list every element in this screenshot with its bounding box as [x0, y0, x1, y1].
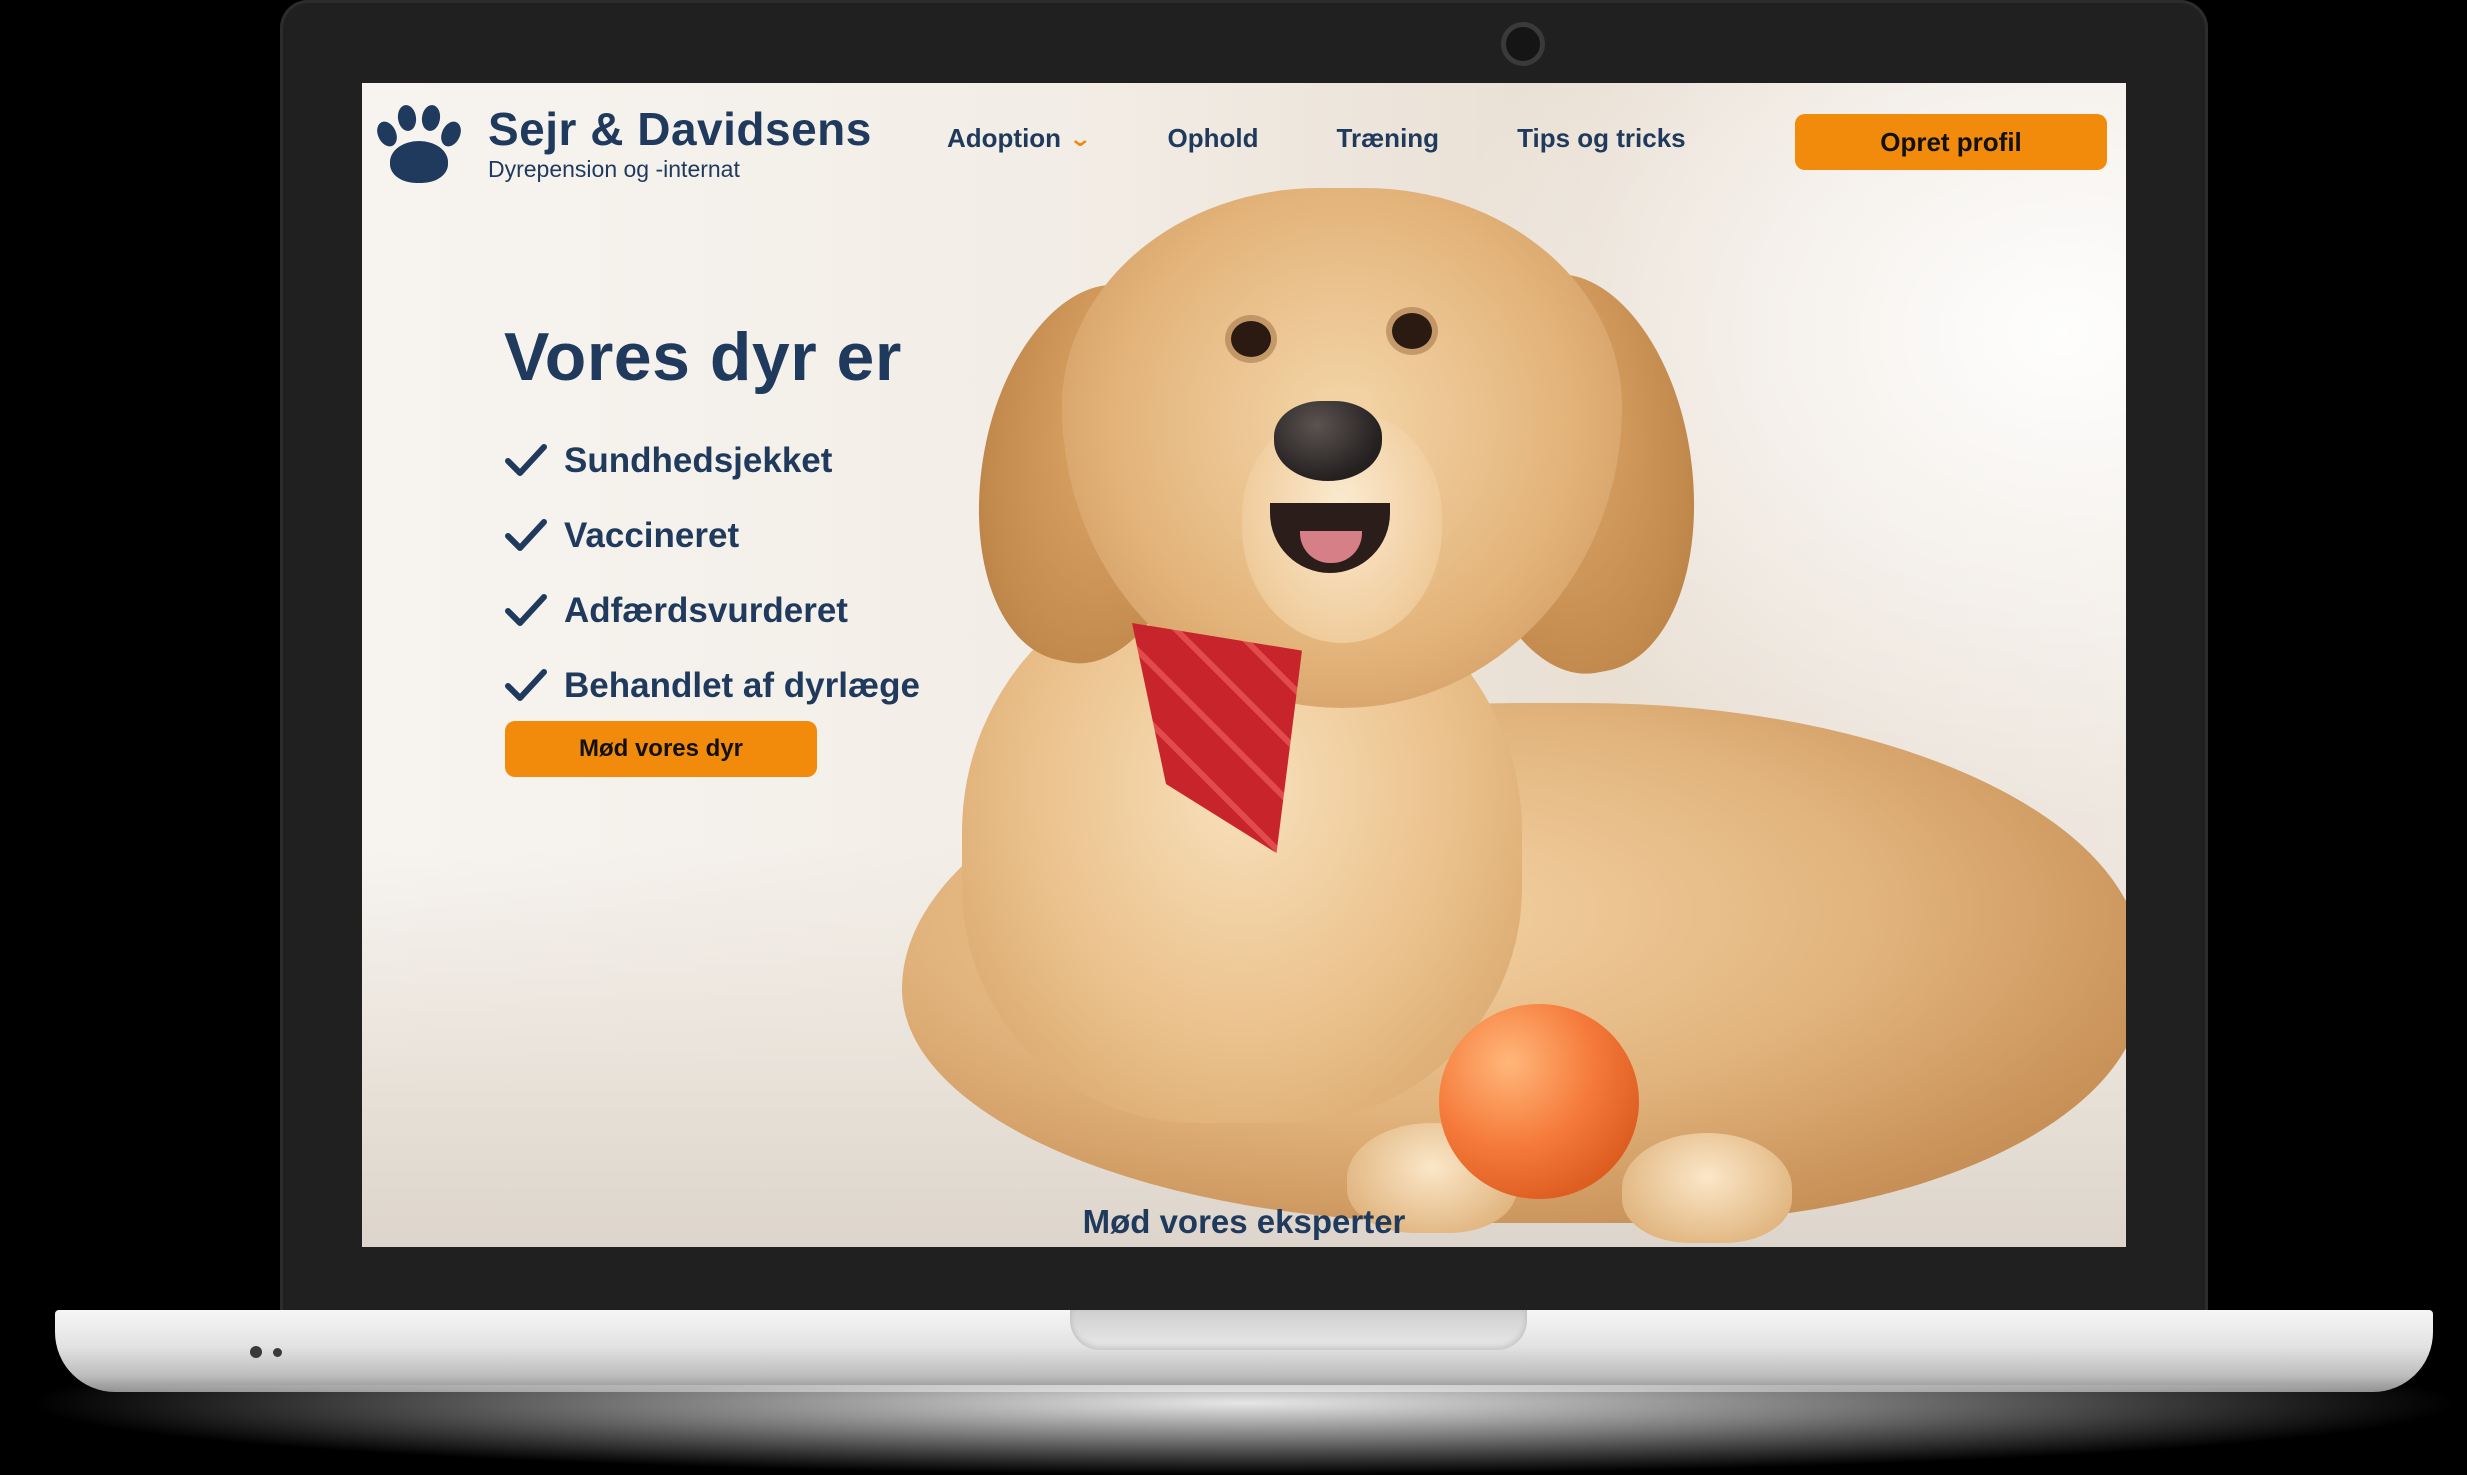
chevron-down-icon: ⌄ — [1068, 125, 1093, 151]
nav-item-adoption[interactable]: Adoption ⌄ — [947, 123, 1093, 154]
checklist-text: Sundhedsjekket — [564, 440, 833, 480]
checklist-text: Behandlet af dyrlæge — [564, 665, 920, 705]
nav-item-ophold[interactable]: Ophold — [1168, 123, 1259, 154]
laptop-shadow — [20, 1385, 2467, 1475]
main-nav: Adoption ⌄ Ophold Træning Tips og tricks — [947, 123, 1686, 154]
nav-item-tips[interactable]: Tips og tricks — [1517, 123, 1686, 154]
nav-label-tips: Tips og tricks — [1517, 123, 1686, 153]
brand-name: Sejr & Davidsens — [488, 103, 872, 156]
check-icon — [505, 443, 547, 476]
nav-label-traening: Træning — [1336, 123, 1440, 153]
brand: Sejr & Davidsens Dyrepension og -interna… — [488, 105, 872, 182]
dog-nose — [1274, 401, 1382, 481]
nav-item-traening[interactable]: Træning — [1337, 123, 1440, 154]
base-notch — [1070, 1310, 1527, 1350]
create-profile-button[interactable]: Opret profil — [1795, 114, 2107, 170]
hero-title: Vores dyr er — [504, 319, 902, 395]
experts-heading: Mød vores eksperter — [1082, 1203, 1406, 1240]
list-item: Adfærdsvurderet — [504, 573, 920, 648]
paw-icon — [373, 103, 465, 185]
dog-eye-right — [1392, 313, 1432, 349]
checklist-text: Adfærdsvurderet — [564, 590, 848, 630]
list-item: Vaccineret — [504, 498, 920, 573]
meet-animals-button[interactable]: Mød vores dyr — [505, 721, 817, 777]
brand-tagline: Dyrepension og -internat — [488, 155, 740, 182]
list-item: Behandlet af dyrlæge — [504, 648, 920, 723]
checklist-text: Vaccineret — [564, 515, 740, 555]
check-icon — [505, 668, 547, 701]
indicator-dot — [273, 1348, 282, 1357]
site-logo[interactable]: Sejr & Davidsens Dyrepension og -interna… — [373, 103, 872, 185]
camera-icon — [1501, 22, 1545, 66]
laptop-base — [55, 1310, 2433, 1392]
check-icon — [505, 593, 547, 626]
site-header: Sejr & Davidsens Dyrepension og -interna… — [362, 83, 2126, 233]
list-item: Sundhedsjekket — [504, 423, 920, 498]
orange-ball — [1439, 1004, 1639, 1199]
indicator-dot — [250, 1346, 262, 1358]
check-icon — [505, 518, 547, 551]
hero-checklist: Sundhedsjekket Vaccineret Adfærdsvurdere… — [504, 423, 920, 723]
nav-label-ophold: Ophold — [1167, 123, 1259, 153]
website-screen: Sejr & Davidsens Dyrepension og -interna… — [362, 83, 2126, 1247]
dog-eye-left — [1231, 321, 1271, 357]
nav-label-adoption: Adoption — [947, 123, 1062, 153]
